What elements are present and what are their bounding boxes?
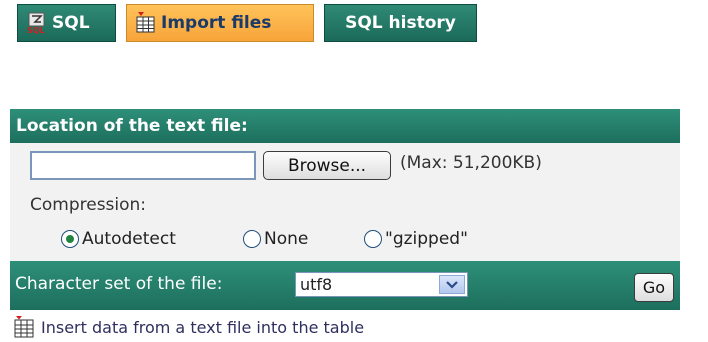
- charset-select-value: utf8: [300, 275, 333, 294]
- go-button[interactable]: Go: [634, 273, 674, 302]
- tab-sql-label: SQL: [52, 13, 90, 33]
- tab-sql-history[interactable]: SQL history: [324, 4, 477, 42]
- import-table-icon: [135, 11, 157, 35]
- insert-data-link[interactable]: Insert data from a text file into the ta…: [13, 315, 364, 339]
- radio-none-circle[interactable]: [243, 230, 261, 248]
- radio-gzipped-label: "gzipped": [385, 229, 468, 249]
- svg-text:SQL: SQL: [27, 26, 45, 35]
- import-panel-title: Location of the text file:: [16, 116, 248, 136]
- radio-gzipped-circle[interactable]: [364, 230, 382, 248]
- tab-sql[interactable]: SQL SQL: [17, 4, 116, 42]
- tab-sql-history-label: SQL history: [345, 13, 456, 33]
- charset-label: Character set of the file:: [15, 274, 223, 294]
- sql-icon: SQL: [26, 11, 48, 35]
- chevron-down-icon[interactable]: [439, 275, 465, 294]
- tab-import-files-label: Import files: [161, 13, 272, 33]
- browse-button[interactable]: Browse...: [263, 151, 391, 180]
- radio-none[interactable]: None: [243, 228, 308, 250]
- radio-autodetect[interactable]: Autodetect: [61, 228, 176, 250]
- compression-label: Compression:: [30, 195, 147, 215]
- radio-autodetect-circle[interactable]: [61, 230, 79, 248]
- charset-select[interactable]: utf8: [295, 272, 468, 297]
- import-panel-header: Location of the text file:: [10, 109, 680, 143]
- radio-selected-dot: [66, 235, 74, 243]
- radio-none-label: None: [264, 229, 309, 249]
- table-insert-icon: [13, 316, 35, 338]
- tab-import-files[interactable]: Import files: [126, 4, 314, 42]
- radio-autodetect-label: Autodetect: [82, 229, 176, 249]
- radio-gzipped[interactable]: "gzipped": [364, 228, 468, 250]
- file-path-input[interactable]: [30, 151, 256, 180]
- max-size-label: (Max: 51,200KB): [400, 153, 542, 173]
- insert-data-link-label: Insert data from a text file into the ta…: [41, 317, 365, 337]
